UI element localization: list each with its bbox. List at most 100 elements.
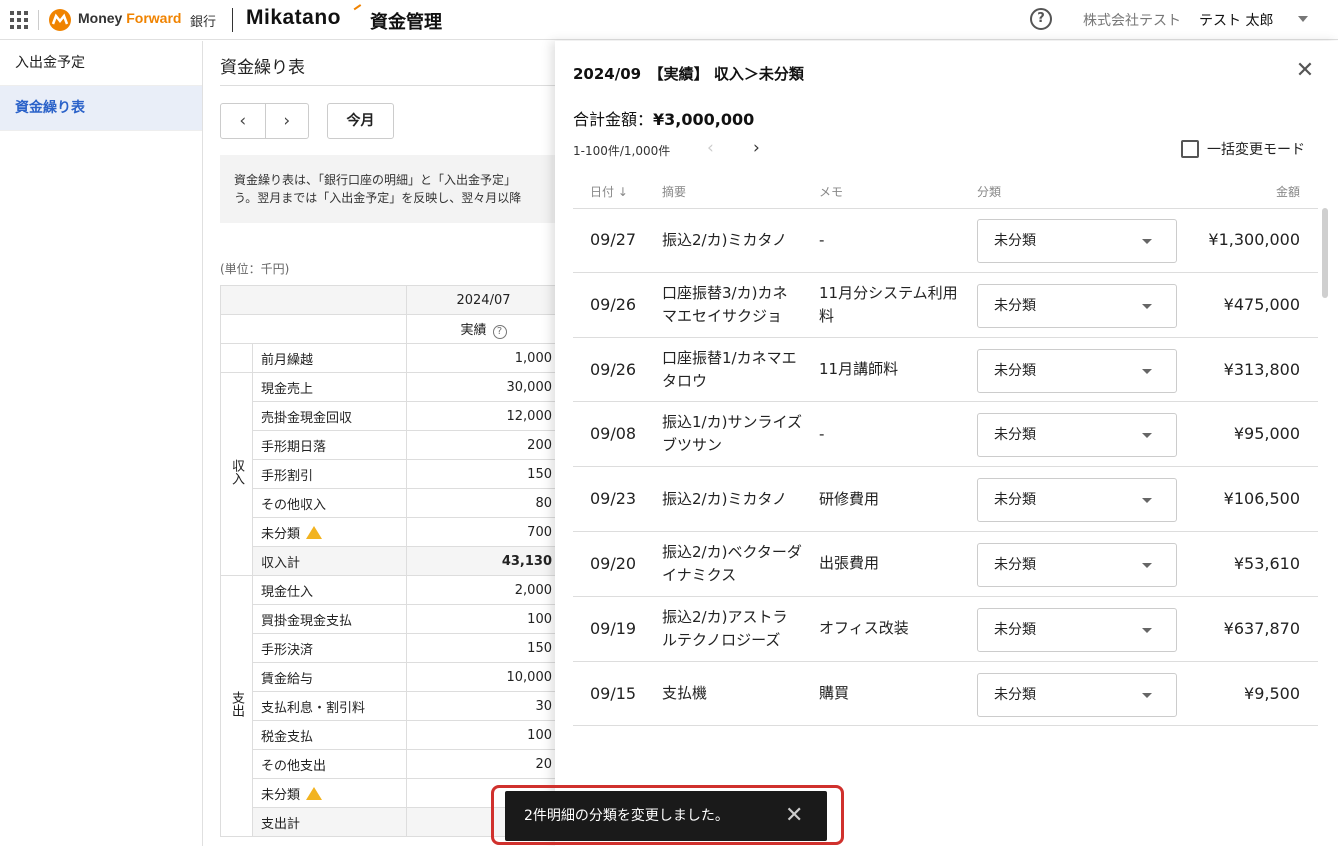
row-value[interactable]: 30,000 [406, 372, 561, 402]
prev-month-button[interactable]: ‹ [221, 104, 265, 138]
row-value[interactable]: 150 [406, 633, 561, 663]
app-switcher-grid-icon[interactable] [10, 11, 28, 29]
table-row: 09/20 振込2/カ)ベクターダイナミクス 出張費用 未分類 ¥53,610 [573, 532, 1318, 597]
snackbar-toast: 2件明細の分類を変更しました。 ✕ [505, 791, 827, 841]
chevron-down-icon [1142, 692, 1152, 698]
category-select[interactable]: 未分類 [977, 219, 1177, 263]
row-label: 支払利息・割引料 [252, 691, 407, 721]
row-memo: 研修費用 [819, 489, 880, 508]
table-row: その他支出 20 [221, 749, 561, 779]
prev-page-icon[interactable]: ‹ [707, 138, 714, 158]
table-row: 09/23 振込2/カ)ミカタノ 研修費用 未分類 ¥106,500 [573, 467, 1318, 532]
row-value[interactable]: 12,000 [406, 401, 561, 431]
bulk-edit-toggle[interactable]: 一括変更モード [1181, 139, 1305, 159]
row-value[interactable]: 100 [406, 604, 561, 634]
this-month-button[interactable]: 今月 [327, 103, 394, 139]
product-subtitle: 資金管理 [370, 12, 442, 33]
row-label: 未分類 [252, 517, 407, 547]
transactions-header: 日付 ↓ 摘要 メモ 分類 金額 [573, 177, 1318, 209]
notice-line: 資金繰り表は、「銀行口座の明細」と「入出金予定」 [234, 173, 517, 187]
sidebar-item-cashflow[interactable]: 資金繰り表 [0, 86, 202, 131]
next-month-button[interactable]: › [264, 104, 309, 138]
row-value[interactable]: 150 [406, 459, 561, 489]
row-value[interactable]: 30 [406, 691, 561, 721]
pagination-range: 1-100件/1,000件 [573, 144, 671, 158]
category-select[interactable]: 未分類 [977, 283, 1177, 328]
category-select[interactable]: 未分類 [977, 348, 1177, 393]
month-nav: ‹ › [220, 103, 309, 139]
row-value[interactable]: 200 [406, 430, 561, 460]
unit-label: (単位：千円) [220, 262, 290, 276]
col-date[interactable]: 日付 ↓ [590, 183, 628, 200]
row-value[interactable]: 100 [406, 720, 561, 750]
next-page-icon[interactable]: › [753, 138, 760, 158]
row-desc: 振込2/カ)ミカタノ [662, 489, 787, 508]
chevron-down-icon [1142, 562, 1152, 568]
month-header: 2024/07 [406, 285, 561, 315]
row-amount: ¥9,500 [1244, 683, 1300, 703]
row-desc: 振込2/カ)ベクターダイナミクス [662, 542, 802, 584]
sidebar: 入出金予定 資金繰り表 [0, 41, 203, 846]
row-amount: ¥106,500 [1223, 489, 1300, 509]
help-icon[interactable]: ? [1030, 8, 1052, 30]
chevron-down-icon [1142, 239, 1152, 244]
company-name: 株式会社テスト [1083, 13, 1181, 29]
row-amount: ¥475,000 [1223, 294, 1300, 314]
row-value[interactable]: 1,000 [406, 343, 561, 373]
row-value[interactable]: 20 [406, 749, 561, 779]
cashflow-table: 2024/07 実績? 前月繰越 1,000 収入 現金売上 30,000 売掛… [220, 285, 561, 837]
row-date: 09/08 [590, 424, 637, 444]
row-value[interactable]: 10,000 [406, 662, 561, 692]
row-value[interactable]: 700 [406, 517, 561, 547]
table-row: 賃金給与 10,000 [221, 662, 561, 692]
row-label: その他収入 [252, 488, 407, 518]
user-menu-caret-icon[interactable] [1298, 16, 1308, 22]
row-label: 手形割引 [252, 459, 407, 489]
category-select[interactable]: 未分類 [977, 413, 1177, 458]
chevron-down-icon [1142, 498, 1152, 504]
toast-close-icon[interactable]: ✕ [785, 791, 803, 841]
help-icon[interactable]: ? [492, 325, 507, 339]
transactions-list: 09/27 振込2/カ)ミカタノ - 未分類 ¥1,300,000 09/26 … [573, 208, 1318, 727]
user-name[interactable]: テスト 太郎 [1199, 10, 1273, 30]
category-select[interactable]: 未分類 [977, 478, 1177, 523]
close-icon[interactable]: ✕ [1293, 59, 1317, 83]
row-memo: 出張費用 [819, 554, 880, 573]
row-value[interactable]: 80 [406, 488, 561, 518]
category-select[interactable]: 未分類 [977, 672, 1177, 717]
table-row: 手形決済 150 [221, 633, 561, 663]
notice-line: う。翌月までは「入出金予定」を反映し、翌々月以降 [234, 191, 522, 205]
row-date: 09/23 [590, 489, 637, 509]
row-label: 賃金給与 [252, 662, 407, 692]
row-amount: ¥637,870 [1223, 618, 1300, 638]
transactions-drawer: 2024/09 【実績】 収入＞未分類 ✕ 合計金額：¥3,000,000 1-… [555, 41, 1338, 846]
expense-category: 支出 [220, 575, 253, 837]
money-forward-logo-icon [49, 9, 71, 31]
income-category: 収入 [220, 372, 253, 576]
category-select[interactable]: 未分類 [977, 542, 1177, 587]
category-select[interactable]: 未分類 [977, 607, 1177, 652]
table-row: 09/27 振込2/カ)ミカタノ - 未分類 ¥1,300,000 [573, 208, 1318, 273]
row-desc: 振込2/カ)ミカタノ [662, 230, 787, 249]
col-amount: 金額 [1275, 185, 1300, 199]
row-label: 税金支払 [252, 720, 407, 750]
table-row: 収入 現金売上 30,000 [220, 372, 561, 576]
app-header: Money Forward 銀行 Mikatano 資金管理 ? 株式会社テスト… [0, 0, 1338, 40]
drawer-title: 2024/09 【実績】 収入＞未分類 [573, 65, 804, 83]
row-label: 収入計 [252, 546, 407, 576]
product-wordmark-accent [353, 4, 363, 12]
row-memo: 11月講師料 [819, 360, 899, 379]
table-row: 09/15 支払機 購買 未分類 ¥9,500 [573, 662, 1318, 727]
bulk-edit-checkbox[interactable] [1181, 140, 1199, 158]
row-date: 09/26 [590, 359, 637, 379]
row-value[interactable]: 2,000 [406, 575, 561, 605]
sidebar-item-schedule[interactable]: 入出金予定 [0, 41, 202, 86]
chevron-down-icon [1142, 303, 1152, 309]
header-divider [38, 10, 39, 30]
row-label: 手形期日落 [252, 430, 407, 460]
row-memo: 11月分システム利用料 [819, 283, 958, 325]
page-title: 資金繰り表 [220, 58, 305, 78]
drawer-scrollbar[interactable] [1322, 208, 1328, 298]
row-amount: ¥1,300,000 [1208, 230, 1300, 249]
brand-bank-label: 銀行 [190, 15, 217, 30]
